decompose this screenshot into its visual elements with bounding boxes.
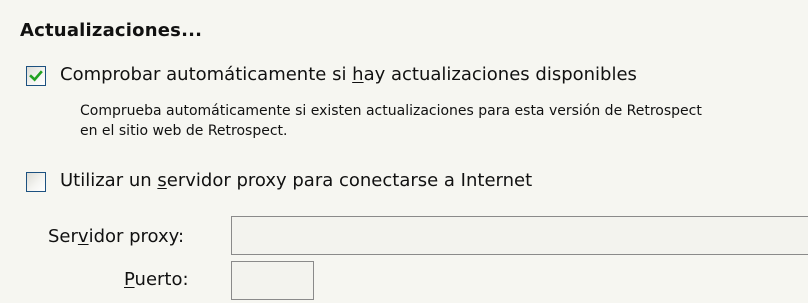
auto-check-description: Comprueba automáticamente si existen act… (80, 101, 702, 141)
auto-check-updates-checkbox[interactable] (26, 66, 46, 86)
use-proxy-label[interactable]: Utilizar un servidor proxy para conectar… (60, 170, 532, 191)
proxy-port-label: Puerto: (124, 269, 189, 290)
auto-check-description-line: Comprueba automáticamente si existen act… (80, 103, 702, 119)
use-proxy-label-part: ervidor proxy para conectarse a Internet (166, 170, 533, 191)
auto-check-label-mnemonic: h (352, 64, 364, 85)
proxy-server-input[interactable] (231, 216, 808, 255)
use-proxy-label-part: Utilizar un (60, 170, 158, 191)
use-proxy-label-mnemonic: s (157, 170, 167, 191)
auto-check-label-part: Comprobar automáticamente si (60, 64, 353, 85)
auto-check-description-line: en el sitio web de Retrospect. (80, 123, 288, 139)
auto-check-updates-label[interactable]: Comprobar automáticamente si hay actuali… (60, 64, 637, 85)
proxy-server-label: Servidor proxy: (48, 226, 184, 247)
proxy-port-label-mnemonic: P (124, 269, 135, 290)
auto-check-label-part: ay actualizaciones disponibles (363, 64, 637, 85)
proxy-port-label-part: uerto: (134, 269, 189, 290)
checkmark-icon (29, 70, 43, 82)
proxy-server-label-part: idor proxy: (88, 226, 185, 247)
proxy-port-input[interactable] (231, 261, 314, 300)
section-title: Actualizaciones... (20, 20, 203, 41)
proxy-server-label-part: Ser (48, 226, 78, 247)
proxy-server-label-mnemonic: v (77, 226, 89, 247)
use-proxy-checkbox[interactable] (26, 172, 46, 192)
